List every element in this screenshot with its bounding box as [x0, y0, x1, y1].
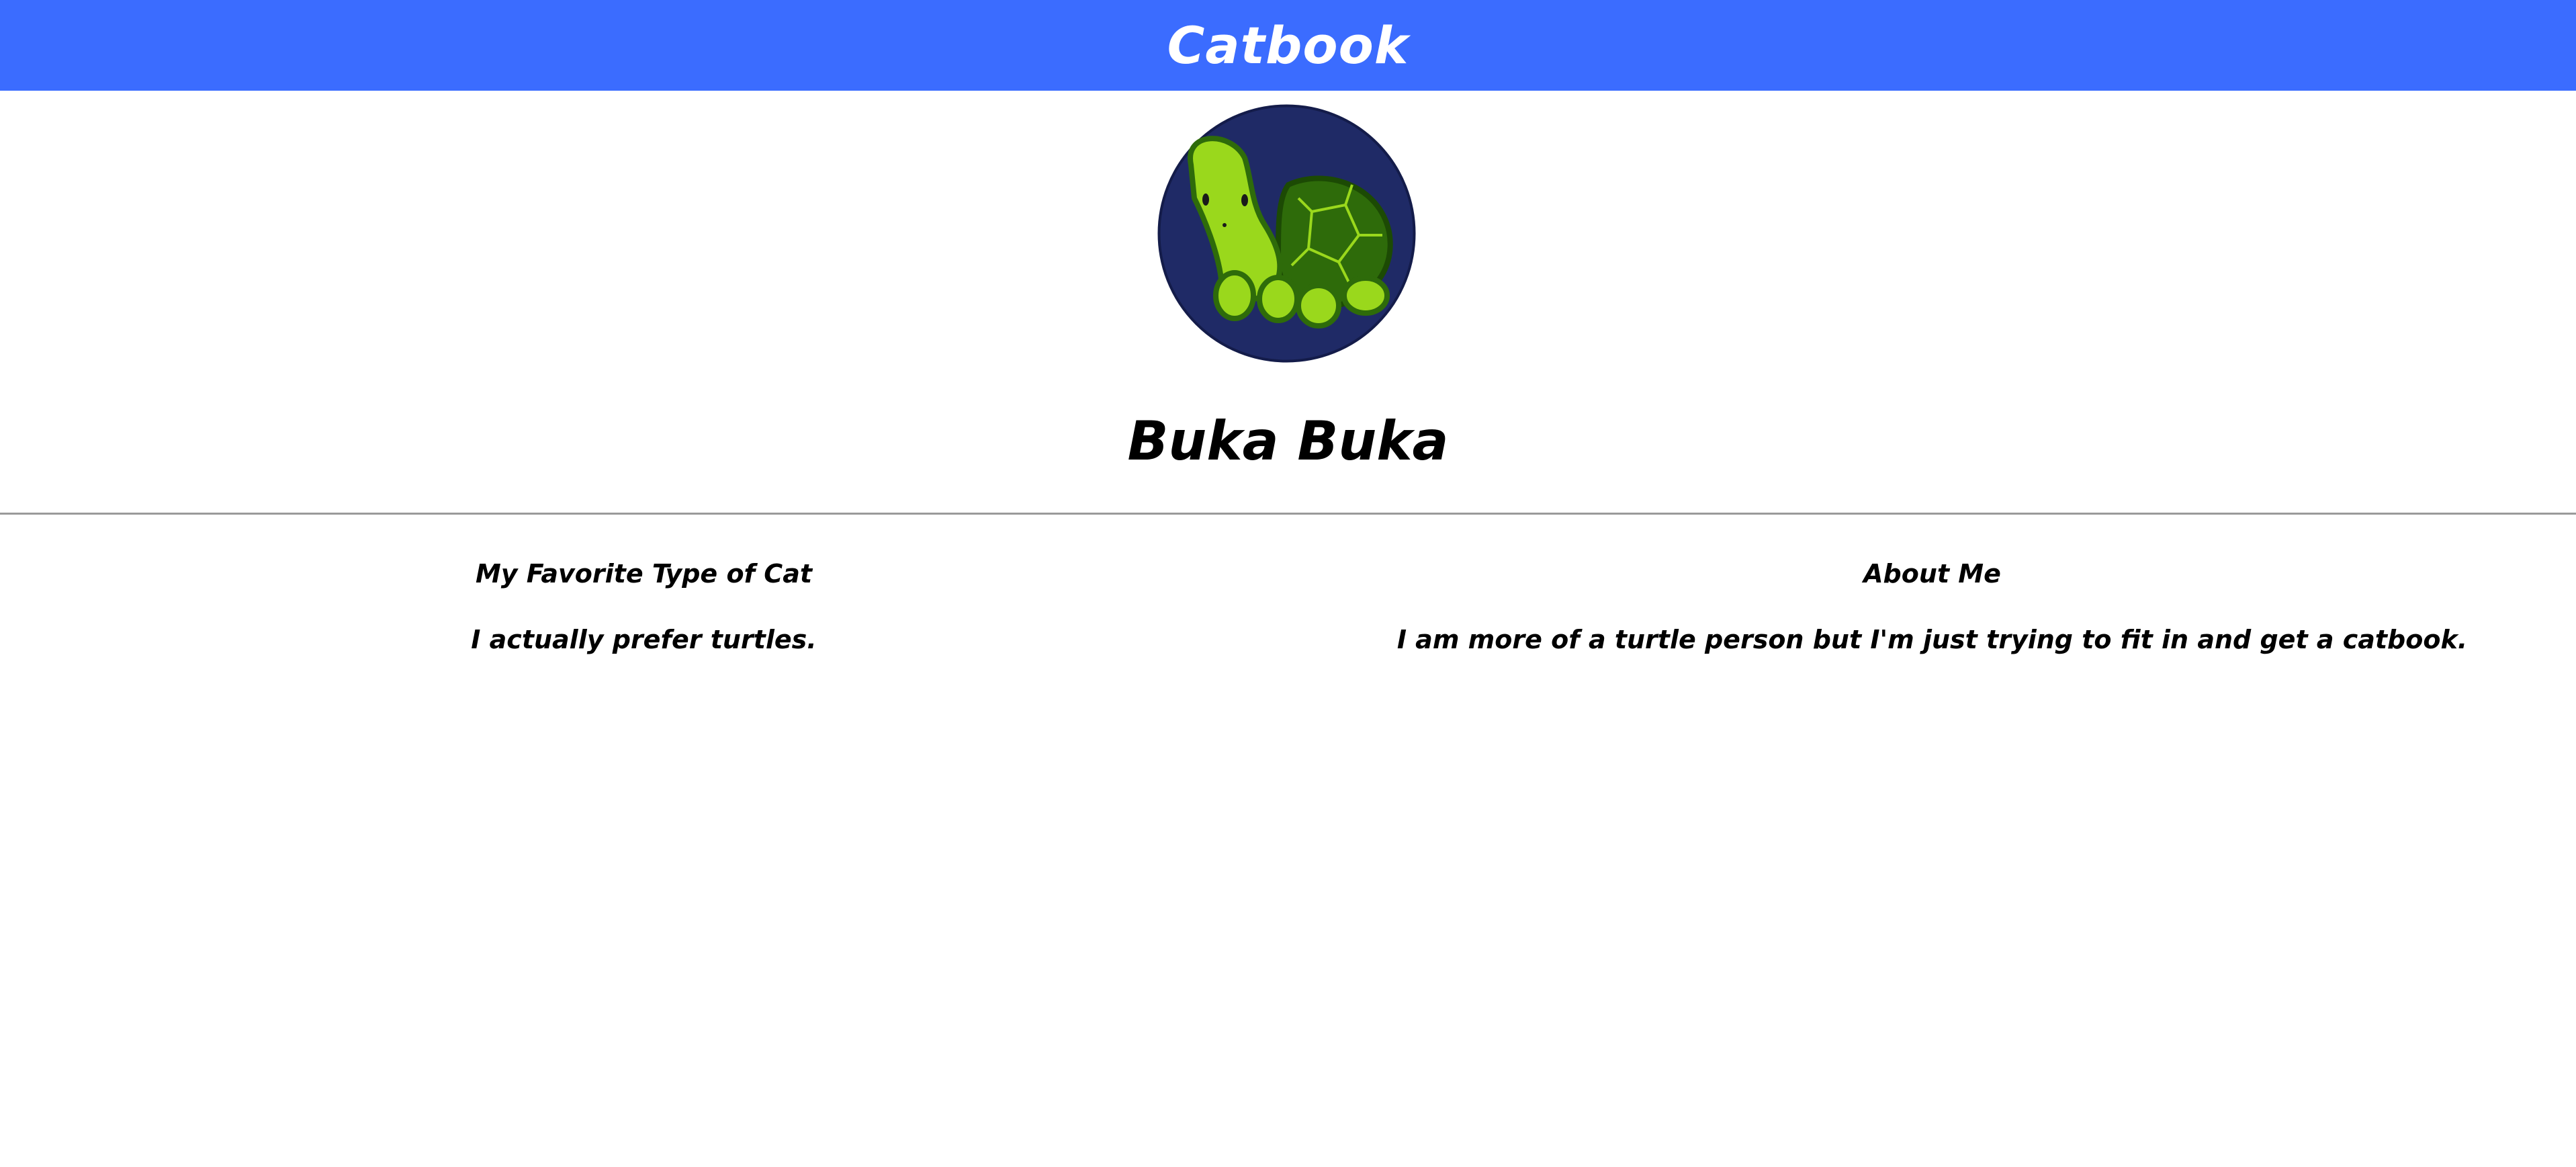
favorite-cat-heading: My Favorite Type of Cat	[475, 559, 813, 589]
divider	[0, 513, 2576, 515]
favorite-cat-text: I actually prefer turtles.	[471, 625, 817, 654]
profile-name: Buka Buka	[1127, 410, 1449, 472]
favorite-cat-section: My Favorite Type of Cat I actually prefe…	[0, 561, 1288, 652]
about-me-section: About Me I am more of a turtle person bu…	[1288, 561, 2576, 652]
about-me-heading: About Me	[1863, 559, 2001, 589]
app-title[interactable]: Catbook	[1167, 19, 1409, 71]
turtle-icon	[1157, 104, 1416, 363]
navbar: Catbook	[0, 0, 2576, 91]
avatar	[1157, 104, 1416, 363]
about-me-text: I am more of a turtle person but I'm jus…	[1396, 625, 2468, 654]
